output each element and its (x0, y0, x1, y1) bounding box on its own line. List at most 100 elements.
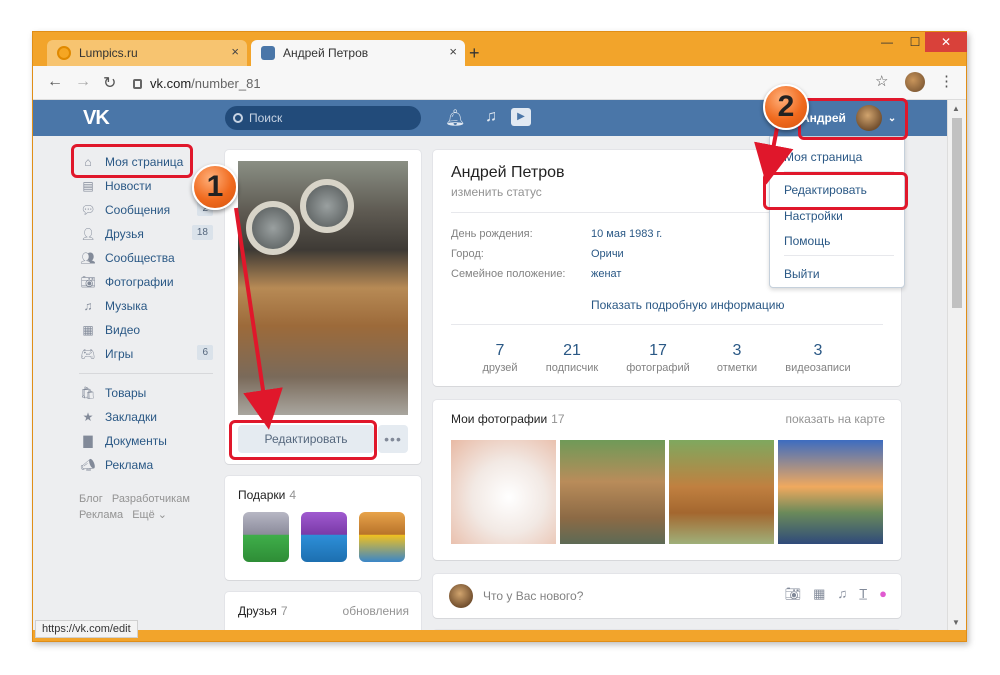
birthday-value[interactable]: 10 мая 1983 г. (591, 228, 662, 240)
forward-arrow-icon[interactable]: → (75, 73, 91, 91)
back-arrow-icon[interactable]: ← (47, 73, 63, 91)
card-title[interactable]: Мои фотографии 17 (451, 412, 565, 426)
tab-lumpics[interactable]: Lumpics.ru × (47, 40, 247, 66)
photo-thumbnail[interactable] (778, 440, 883, 544)
tab-close-icon[interactable]: × (231, 44, 239, 59)
gamepad-icon: 🎮︎ (80, 347, 96, 361)
vertical-scrollbar[interactable]: ▲ ▼ (947, 100, 966, 630)
play-icon[interactable]: ▶ (511, 108, 531, 126)
highlight-my-page (71, 144, 193, 178)
scroll-down-icon[interactable]: ▼ (952, 618, 960, 627)
profile-avatar-icon[interactable] (905, 72, 925, 92)
photo-thumbnail[interactable] (560, 440, 665, 544)
gift-item[interactable] (359, 512, 405, 562)
sidebar-item-photos[interactable]: 📷︎ Фотографии (79, 270, 213, 294)
menu-item-my-page[interactable]: Моя страница (784, 150, 862, 164)
url-path: /number_81 (191, 75, 261, 91)
footer-link-blog[interactable]: Блог (79, 493, 103, 505)
bookmark-star-icon[interactable]: ☆ (875, 72, 888, 90)
music-note-icon[interactable]: ♫ (837, 586, 847, 602)
scroll-thumb[interactable] (952, 118, 962, 308)
stat-tags[interactable]: 3 отметки (692, 342, 782, 374)
scroll-up-icon[interactable]: ▲ (952, 104, 960, 113)
show-details-link[interactable]: Показать подробную информацию (591, 298, 785, 312)
new-tab-button[interactable]: + (469, 43, 480, 64)
lumpics-favicon-icon (57, 46, 71, 60)
music-note-icon[interactable]: ♫ (485, 108, 497, 126)
sidebar-item-ads[interactable]: 📣︎ Реклама (79, 453, 213, 477)
friends-card[interactable]: Друзья 7 обновления (225, 592, 421, 630)
stat-label: отметки (716, 362, 758, 374)
footer-link-ads[interactable]: Реклама (79, 509, 123, 521)
sidebar-item-bookmarks[interactable]: ★ Закладки (79, 405, 213, 429)
avatar-card: Редактировать ••• (225, 150, 421, 464)
menu-item-help[interactable]: Помощь (784, 234, 830, 248)
stat-videos[interactable]: 3 видеозаписи (773, 342, 863, 374)
post-attach-icons: 📷︎ ▦ ♫ T̲ ● (785, 586, 887, 602)
photo-thumbnail[interactable] (451, 440, 556, 544)
footer-link-developers[interactable]: Разработчикам (112, 493, 190, 505)
sidebar-item-label: Музыка (105, 299, 148, 313)
sidebar-item-games[interactable]: 🎮︎ Игры 6 (79, 342, 213, 366)
step-1-badge: 1 (192, 164, 238, 210)
sidebar-item-goods[interactable]: 🛍︎ Товары (79, 381, 213, 405)
highlight-edit-button (229, 420, 377, 460)
text-format-icon[interactable]: T̲ (859, 586, 867, 602)
city-value[interactable]: Оричи (591, 248, 624, 260)
search-input[interactable]: Поиск (225, 106, 421, 130)
menu-dots-icon[interactable]: ⋮ (939, 72, 954, 90)
browser-toolbar: ← → ↻ vk.com /number_81 ☆ ⋮ (33, 66, 966, 100)
sidebar-item-label: Документы (105, 434, 167, 448)
address-bar[interactable]: vk.com /number_81 (133, 71, 873, 95)
photos-count: 17 (551, 412, 565, 426)
change-status-link[interactable]: изменить статус (451, 185, 542, 199)
camera-icon: 📷︎ (80, 275, 96, 289)
photo-thumbnail[interactable] (669, 440, 774, 544)
new-post-input[interactable]: Что у Вас нового? (483, 589, 583, 603)
video-icon: ▦ (82, 323, 94, 337)
sidebar-item-groups[interactable]: 👥︎ Сообщества (79, 246, 213, 270)
stat-photos[interactable]: 17 фотографий (613, 342, 703, 374)
friends-updates-link[interactable]: обновления (343, 604, 409, 618)
stat-number: 3 (732, 342, 742, 359)
more-actions-button[interactable]: ••• (378, 425, 408, 453)
tab-close-icon[interactable]: × (449, 44, 457, 59)
video-icon[interactable]: ▦ (813, 586, 825, 602)
sidebar-item-label: Новости (105, 179, 152, 193)
card-title: Подарки 4 (238, 488, 296, 502)
sidebar-item-documents[interactable]: ▇ Документы (79, 429, 213, 453)
stat-followers[interactable]: 21 подписчик (527, 342, 617, 374)
color-wheel-icon[interactable]: ● (879, 586, 887, 602)
tab-bar: Lumpics.ru × Андрей Петров × + — ☐ ✕ (33, 32, 967, 66)
gift-item[interactable] (243, 512, 289, 562)
gifts-title: Подарки (238, 488, 286, 502)
bag-icon: 🛍︎ (80, 386, 96, 400)
sidebar-item-label: Друзья (105, 227, 144, 241)
show-on-map-link[interactable]: показать на карте (786, 412, 886, 426)
sidebar-item-music[interactable]: ♫ Музыка (79, 294, 213, 318)
stat-label: видеозаписи (785, 362, 851, 374)
tab-vk[interactable]: Андрей Петров × (251, 40, 465, 66)
camera-icon[interactable]: 📷︎ (785, 586, 802, 602)
reload-icon[interactable]: ↻ (103, 73, 116, 93)
gifts-card[interactable]: Подарки 4 (225, 476, 421, 580)
minimize-button[interactable]: — (873, 32, 901, 52)
profile-photo[interactable] (238, 161, 408, 415)
relationship-value[interactable]: женат (591, 268, 621, 280)
bell-icon[interactable]: 🔔︎ (445, 108, 465, 128)
messages-icon: 💬︎ (80, 203, 96, 217)
sidebar-item-friends[interactable]: 👤︎ Друзья 18 (79, 222, 213, 246)
footer-link-more[interactable]: Ещё ⌄ (132, 509, 167, 521)
menu-item-logout[interactable]: Выйти (784, 267, 820, 281)
photos-title: Мои фотографии (451, 412, 548, 426)
profile-name: Андрей Петров (451, 164, 565, 181)
sidebar-item-video[interactable]: ▦ Видео (79, 318, 213, 342)
sidebar-item-messages[interactable]: 💬︎ Сообщения 2 (79, 198, 213, 222)
lock-icon (133, 79, 142, 89)
menu-item-settings[interactable]: Настройки (784, 209, 843, 223)
vk-logo[interactable]: VK (83, 107, 110, 130)
search-placeholder: Поиск (249, 111, 283, 125)
gift-item[interactable] (301, 512, 347, 562)
sidebar-item-label: Закладки (105, 410, 157, 424)
window-close-button[interactable]: ✕ (925, 32, 967, 52)
